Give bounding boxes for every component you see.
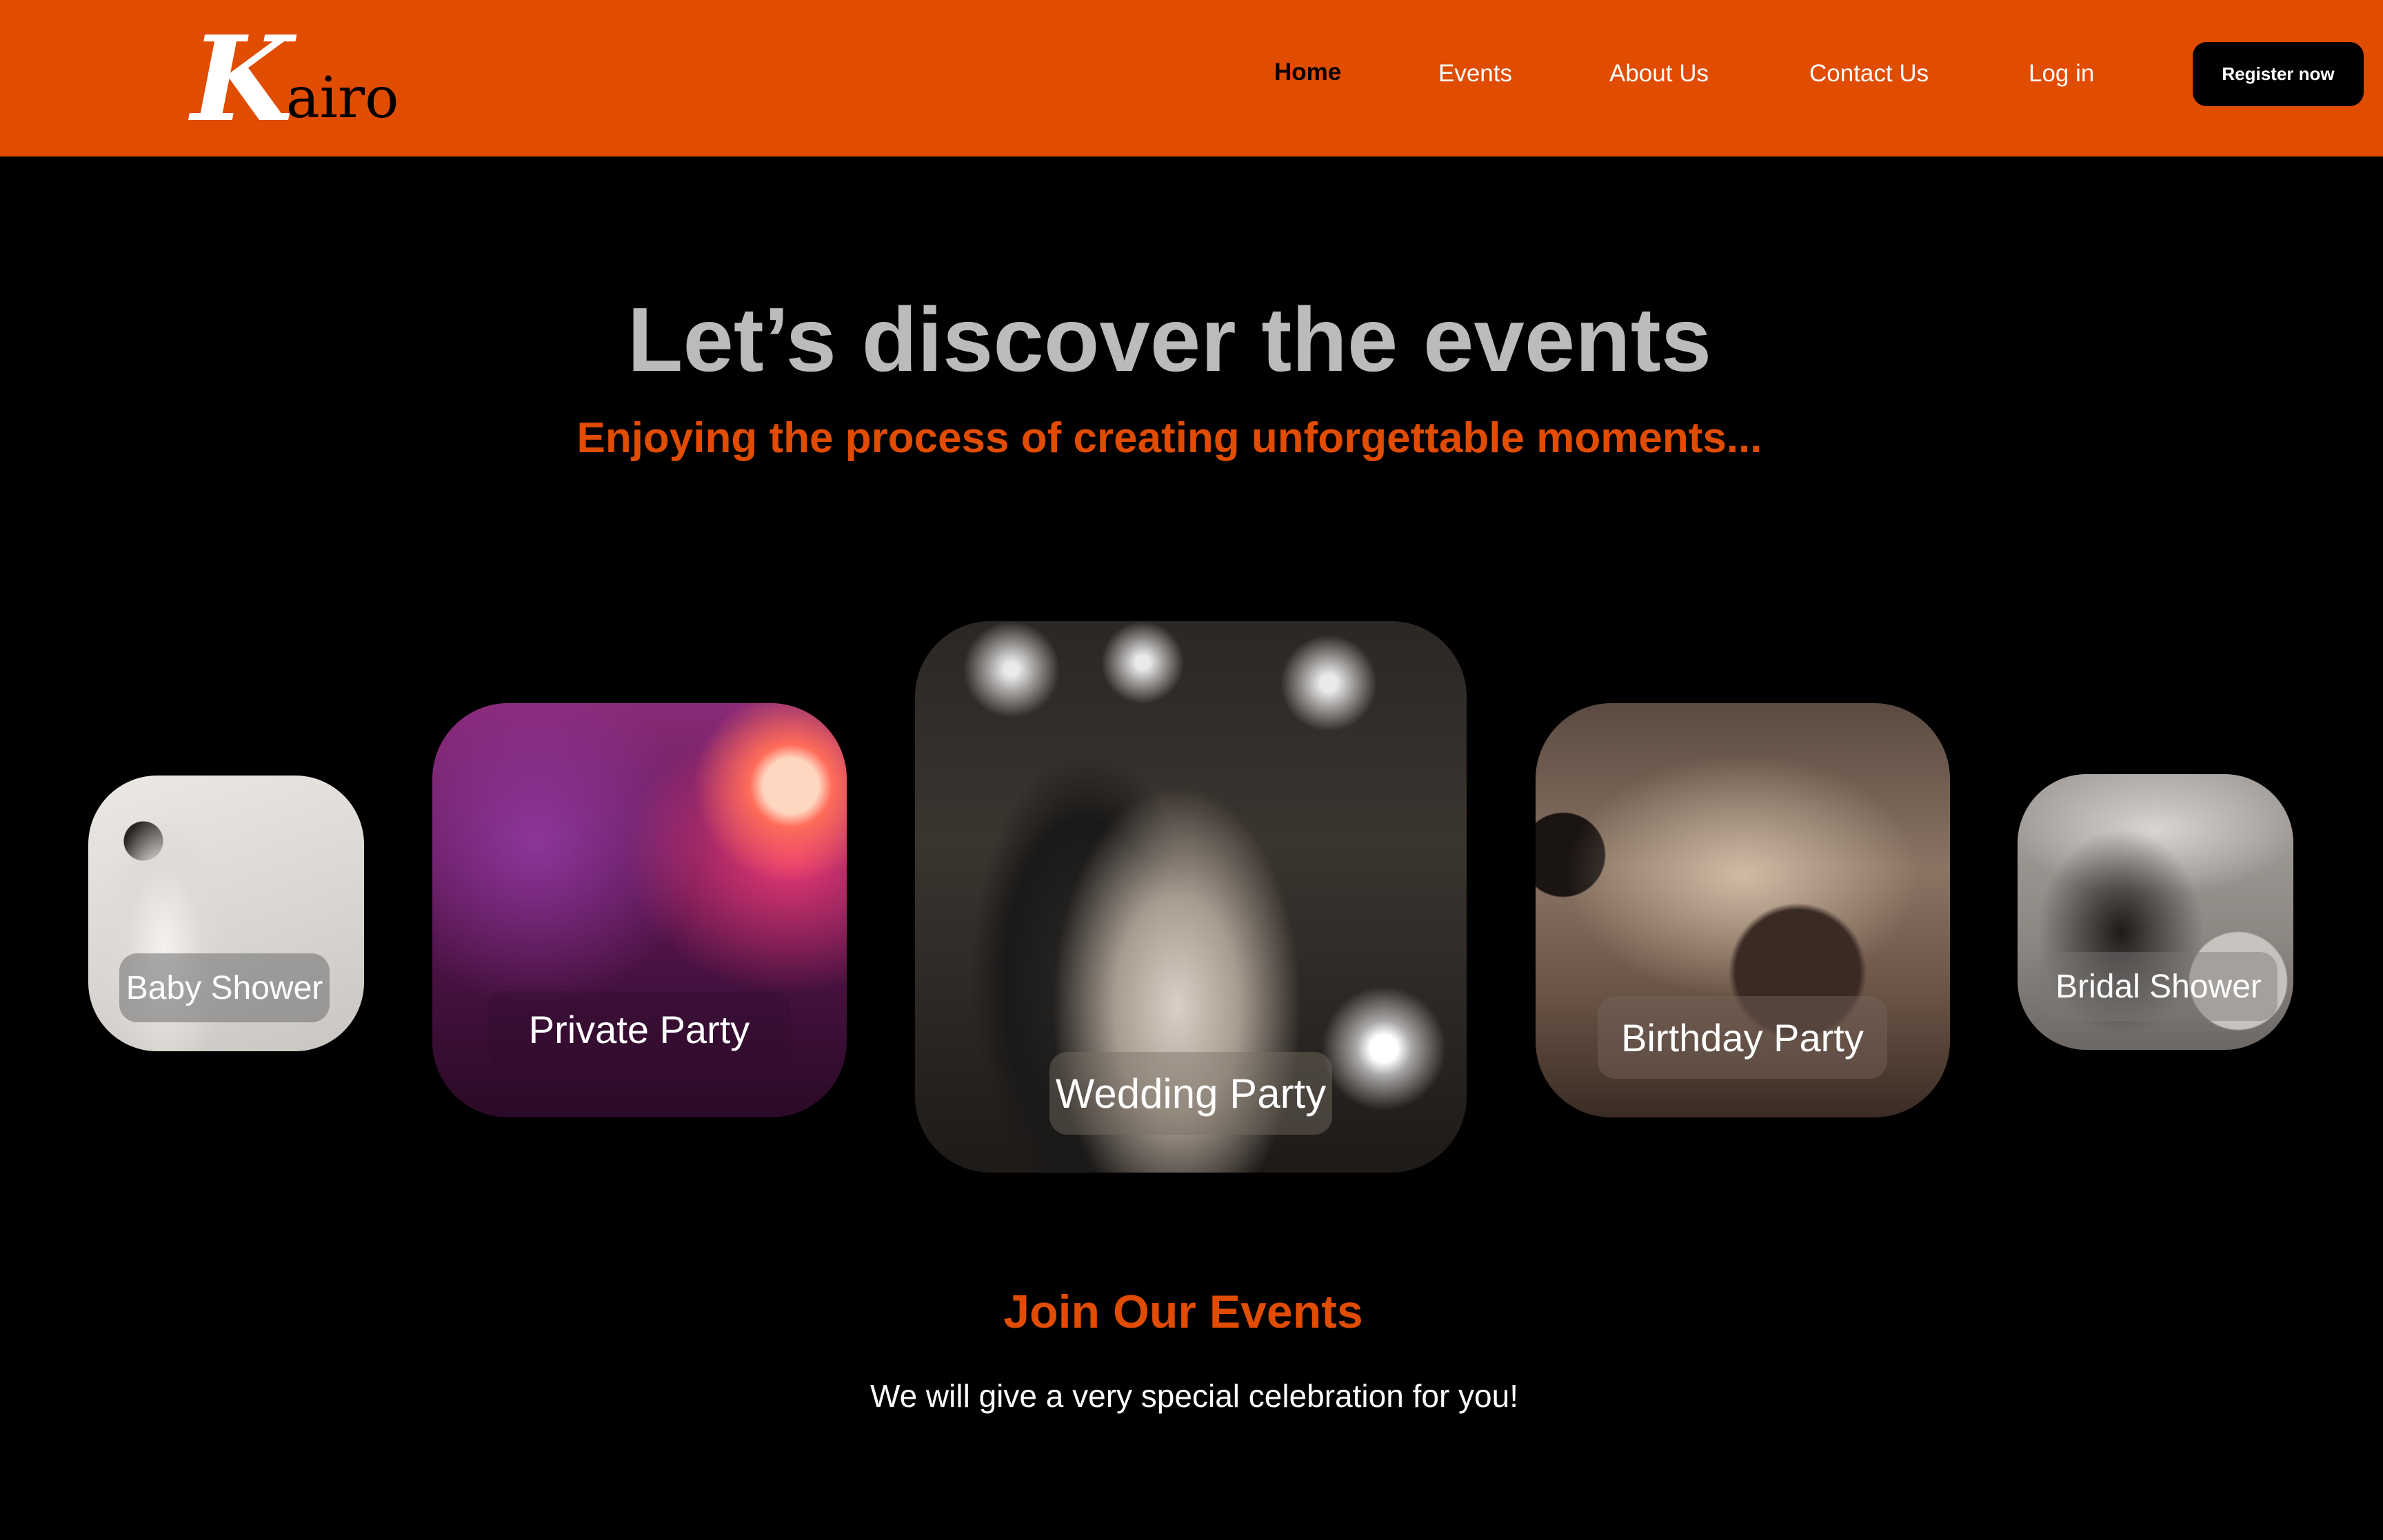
event-card-wedding-party[interactable]: Wedding Party	[915, 621, 1467, 1173]
hero-subtitle: Enjoying the process of creating unforge…	[576, 414, 1762, 462]
page: K airo Home Events About Us Contact Us L…	[0, 0, 2383, 1540]
event-card-label: Baby Shower	[119, 953, 330, 1022]
nav-contact-us[interactable]: Contact Us	[1809, 58, 1929, 90]
event-card-baby-shower[interactable]: Baby Shower	[88, 776, 364, 1051]
event-card-private-party[interactable]: Private Party	[432, 703, 847, 1117]
event-card-label: Wedding Party	[1049, 1052, 1332, 1135]
event-card-label: Private Party	[487, 991, 791, 1067]
event-card-label: Bridal Shower	[2040, 952, 2278, 1021]
nav-log-in[interactable]: Log in	[2029, 58, 2094, 90]
kairo-logo[interactable]: K airo	[191, 10, 399, 148]
join-text: We will give a very special celebration …	[869, 1378, 1518, 1414]
top-navbar: K airo Home Events About Us Contact Us L…	[0, 0, 2383, 156]
event-card-birthday-party[interactable]: Birthday Party	[1536, 703, 1950, 1117]
event-card-bridal-shower[interactable]: Bridal Shower	[2018, 774, 2293, 1050]
hero-title: Let’s discover the events	[627, 289, 1712, 390]
nav-events[interactable]: Events	[1438, 58, 1512, 90]
nav-home[interactable]: Home	[1274, 57, 1341, 88]
register-now-button[interactable]: Register now	[2193, 42, 2364, 106]
nav-about-us[interactable]: About Us	[1609, 58, 1709, 90]
logo-initial: K	[191, 10, 293, 148]
event-card-label: Birthday Party	[1598, 996, 1887, 1079]
logo-text: airo	[285, 65, 399, 131]
join-title: Join Our Events	[1003, 1286, 1363, 1338]
